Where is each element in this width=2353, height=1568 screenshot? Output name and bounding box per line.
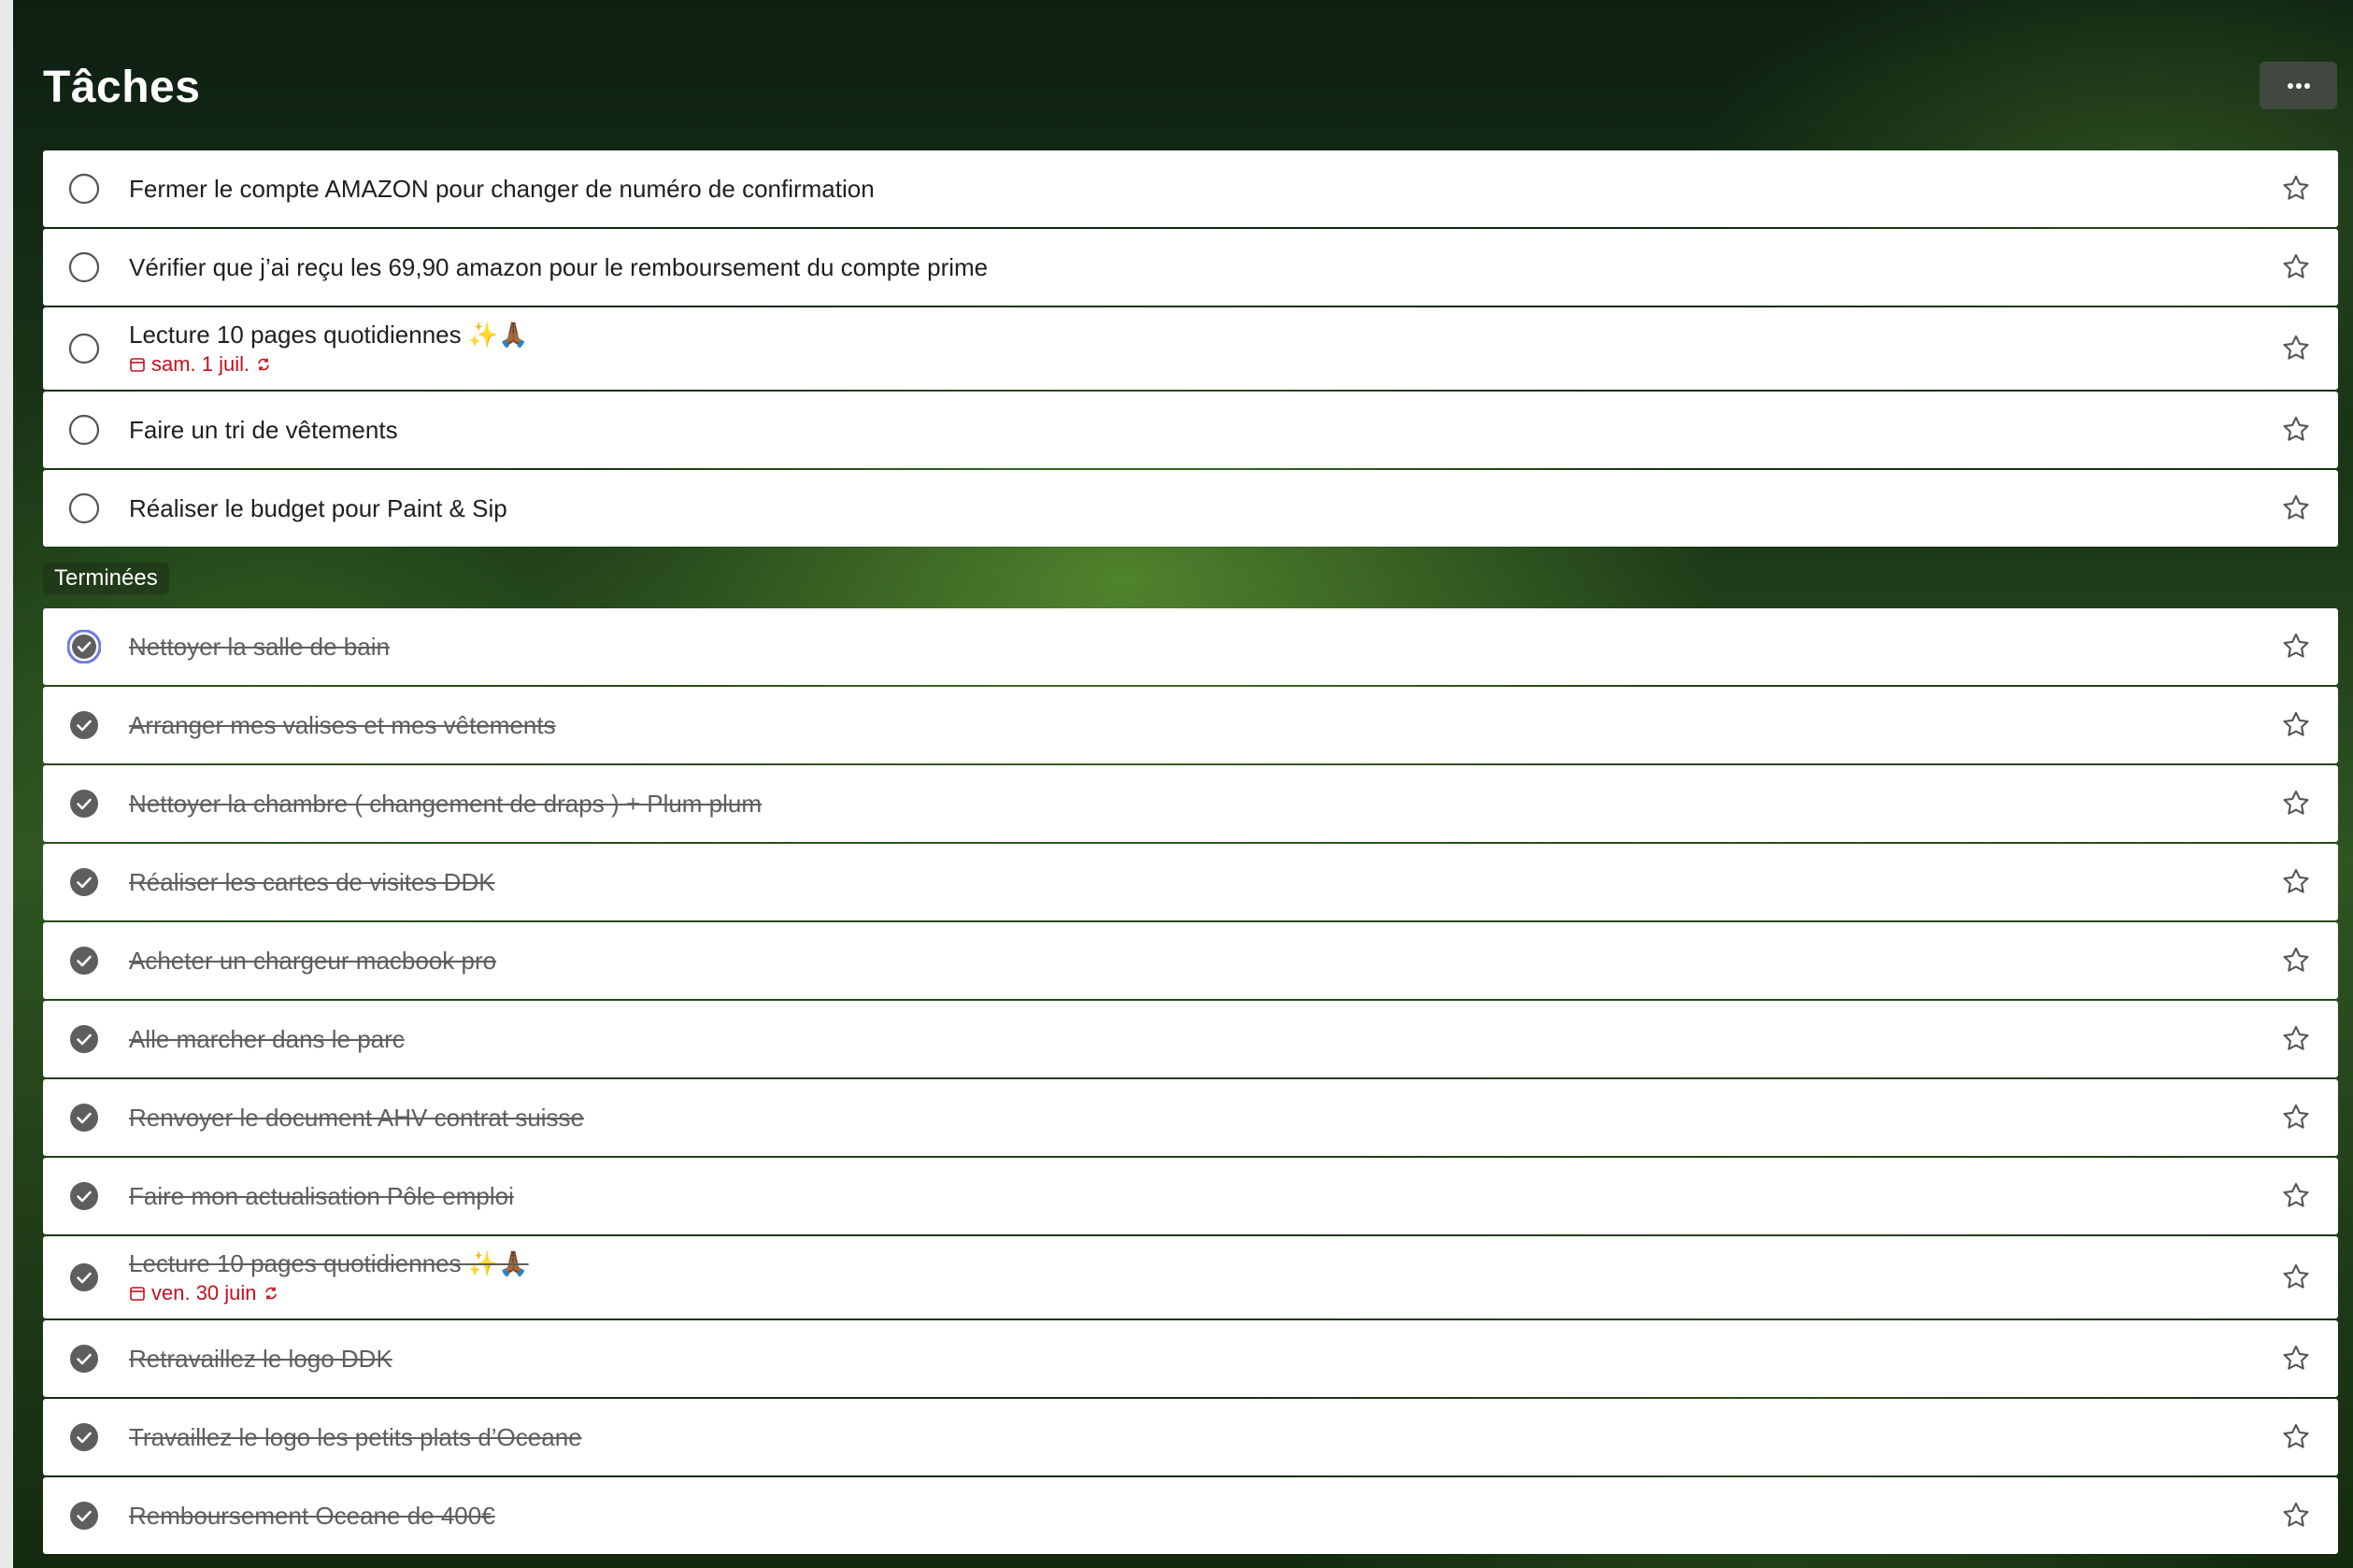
star-icon[interactable] [2280,1343,2312,1375]
task-title: Retravaillez le logo DDK [129,1344,392,1373]
task-title: Réaliser le budget pour Paint & Sip [129,493,507,522]
window-left-edge [0,0,13,1568]
task-title: Nettoyer la chambre ( changement de drap… [129,789,763,818]
page-title: Tâches [43,63,201,112]
completed-task-row[interactable]: Remboursement Oceane de 400€ [43,1477,2338,1554]
star-icon[interactable] [2280,1023,2312,1055]
page-header: Tâches [43,62,200,118]
star-icon[interactable] [2280,333,2312,364]
completed-task-row[interactable]: Lecture 10 pages quotidiennes ✨🙏🏾 ven. 3… [43,1236,2338,1319]
star-icon[interactable] [2280,414,2312,446]
completed-task-list: Nettoyer la salle de bain Arranger mes v… [43,608,2338,1556]
complete-circle-icon[interactable] [67,172,101,206]
completed-check-icon[interactable] [67,944,101,977]
repeat-icon [258,358,269,371]
completed-check-icon[interactable] [67,1261,101,1294]
completed-check-icon[interactable] [67,630,101,663]
star-icon[interactable] [2280,1102,2312,1133]
completed-check-icon[interactable] [67,1101,101,1134]
completed-task-row[interactable]: Retravaillez le logo DDK [43,1320,2338,1397]
complete-circle-icon[interactable] [67,413,101,447]
more-options-button[interactable] [2260,62,2337,109]
completed-task-row[interactable]: Alle marcher dans le parc [43,1001,2338,1077]
star-icon[interactable] [2280,492,2312,524]
completed-task-row[interactable]: Renvoyer le document AHV contrat suisse [43,1079,2338,1156]
completed-task-row[interactable]: Nettoyer la salle de bain [43,608,2338,685]
task-title: Arranger mes valises et mes vêtements [129,710,556,739]
completed-task-row[interactable]: Acheter un chargeur macbook pro [43,922,2338,999]
task-title: Alle marcher dans le parc [129,1024,405,1053]
completed-check-icon[interactable] [67,1420,101,1454]
star-icon[interactable] [2280,251,2312,283]
repeat-icon [264,1287,277,1300]
task-title: Nettoyer la salle de bain [129,632,390,661]
task-row[interactable]: Lecture 10 pages quotidiennes ✨🙏🏾 sam. 1… [43,307,2338,390]
task-title: Lecture 10 pages quotidiennes ✨🙏🏾 [129,1249,529,1277]
star-icon[interactable] [2280,788,2312,820]
complete-circle-icon[interactable] [67,250,101,284]
star-icon[interactable] [2280,1180,2312,1212]
completed-task-row[interactable]: Arranger mes valises et mes vêtements [43,687,2338,763]
completed-check-icon[interactable] [67,1499,101,1532]
star-icon[interactable] [2280,1500,2312,1532]
calendar-icon [130,1287,145,1301]
task-row[interactable]: Faire un tri de vêtements [43,392,2338,468]
star-icon[interactable] [2280,631,2312,663]
complete-circle-icon[interactable] [67,332,101,365]
star-icon[interactable] [2280,709,2312,741]
completed-task-row[interactable]: Faire mon actualisation Pôle emploi [43,1158,2338,1234]
task-title: Acheter un chargeur macbook pro [129,946,497,975]
star-icon[interactable] [2280,1262,2312,1293]
completed-section-toggle[interactable]: Terminées [43,563,169,594]
completed-check-icon[interactable] [67,1179,101,1213]
star-icon[interactable] [2280,945,2312,976]
completed-check-icon[interactable] [67,787,101,820]
star-icon[interactable] [2280,866,2312,898]
star-icon[interactable] [2280,1421,2312,1453]
completed-check-icon[interactable] [67,1342,101,1376]
due-date: ven. 30 juin [129,1281,2235,1305]
task-row[interactable]: Réaliser le budget pour Paint & Sip [43,470,2338,547]
task-title: Faire un tri de vêtements [129,415,398,444]
active-task-list: Fermer le compte AMAZON pour changer de … [43,150,2338,549]
completed-task-row[interactable]: Travaillez le logo les petits plats d’Oc… [43,1399,2338,1475]
task-title: Remboursement Oceane de 400€ [129,1501,495,1530]
task-title: Renvoyer le document AHV contrat suisse [129,1103,585,1132]
task-row[interactable]: Vérifier que j’ai reçu les 69,90 amazon … [43,229,2338,306]
completed-check-icon[interactable] [67,1022,101,1056]
task-title: Fermer le compte AMAZON pour changer de … [129,174,875,203]
due-date-text: sam. 1 juil. [151,352,250,376]
due-date: sam. 1 juil. [129,352,2235,377]
due-date-text: ven. 30 juin [151,1281,257,1304]
task-title: Réaliser les cartes de visites DDK [129,867,495,896]
more-icon [2287,82,2310,89]
completed-task-row[interactable]: Nettoyer la chambre ( changement de drap… [43,765,2338,842]
completed-check-icon[interactable] [67,865,101,899]
calendar-icon [130,358,145,372]
completed-check-icon[interactable] [67,708,101,742]
star-icon[interactable] [2280,173,2312,205]
complete-circle-icon[interactable] [67,492,101,525]
task-row[interactable]: Fermer le compte AMAZON pour changer de … [43,150,2338,227]
task-title: Vérifier que j’ai reçu les 69,90 amazon … [129,252,989,281]
completed-task-row[interactable]: Réaliser les cartes de visites DDK [43,844,2338,920]
task-title: Faire mon actualisation Pôle emploi [129,1181,514,1210]
task-title: Lecture 10 pages quotidiennes ✨🙏🏾 [129,321,529,349]
task-title: Travaillez le logo les petits plats d’Oc… [129,1422,582,1451]
